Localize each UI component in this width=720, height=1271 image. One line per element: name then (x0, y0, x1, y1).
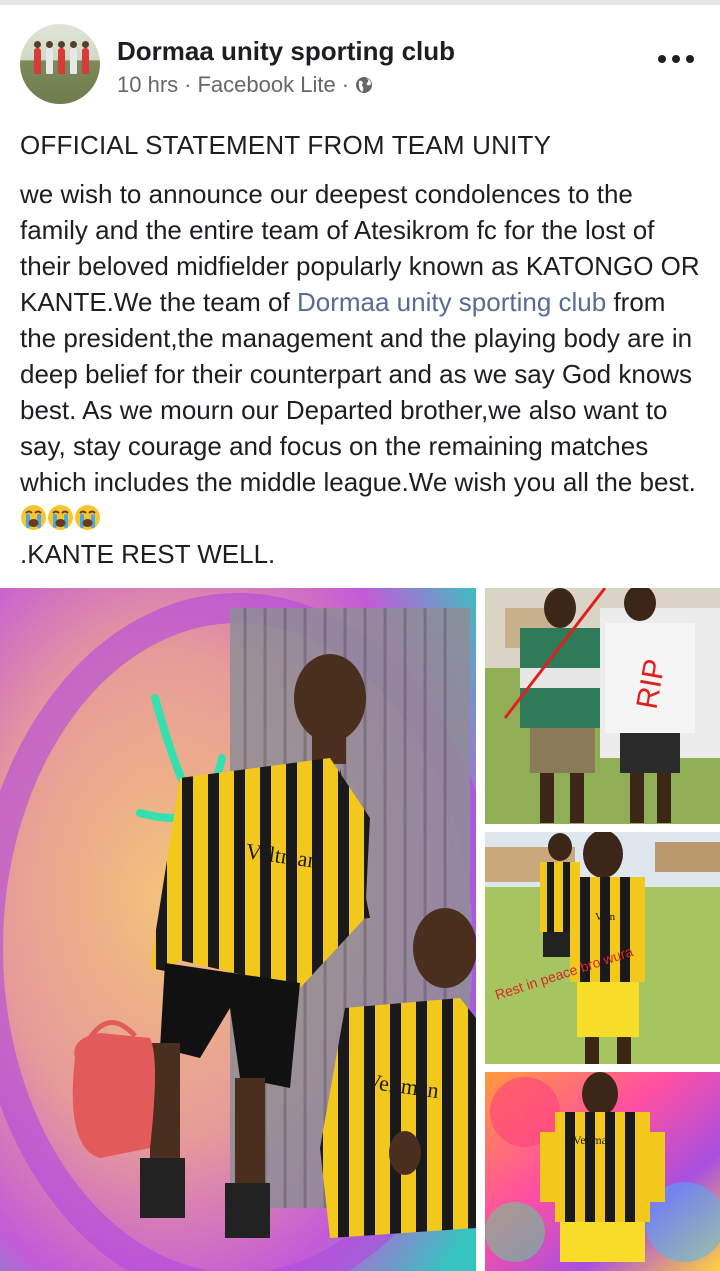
jersey-text-mid: Veln (595, 911, 616, 923)
post-meta: 10 hrs · Facebook Lite · (117, 72, 373, 98)
main-photo[interactable]: Veltman Veltman (0, 588, 476, 1271)
post-header: Dormaa unity sporting club 10 hrs · Face… (0, 18, 720, 108)
post-body: we wish to announce our deepest condolen… (20, 176, 706, 572)
top-divider (0, 0, 720, 5)
body-text-part2: from the president,the management and th… (20, 287, 696, 497)
body-text-end: .KANTE REST WELL. (20, 539, 276, 569)
meta-separator-2: · (341, 72, 350, 97)
photo-bottom-right[interactable]: Veltman (485, 1072, 720, 1271)
photo-top-right[interactable]: RIP (485, 588, 720, 824)
post-title: OFFICIAL STATEMENT FROM TEAM UNITY (20, 130, 552, 160)
crying-face-emoji (47, 504, 74, 531)
more-options-icon[interactable] (658, 52, 694, 66)
meta-separator: · (184, 72, 192, 97)
globe-icon (355, 76, 373, 94)
page-link[interactable]: Dormaa unity sporting club (297, 287, 606, 317)
crying-face-emoji (74, 504, 101, 531)
crying-face-emoji (20, 504, 47, 531)
author-name[interactable]: Dormaa unity sporting club (117, 36, 455, 67)
photo-middle-right[interactable]: Veln Rest in peace bro wura (485, 832, 720, 1064)
jersey-text-bot: Veltman (573, 1133, 613, 1147)
post-source: Facebook Lite (197, 72, 336, 97)
avatar[interactable] (20, 24, 100, 104)
post-time[interactable]: 10 hrs (117, 72, 178, 98)
